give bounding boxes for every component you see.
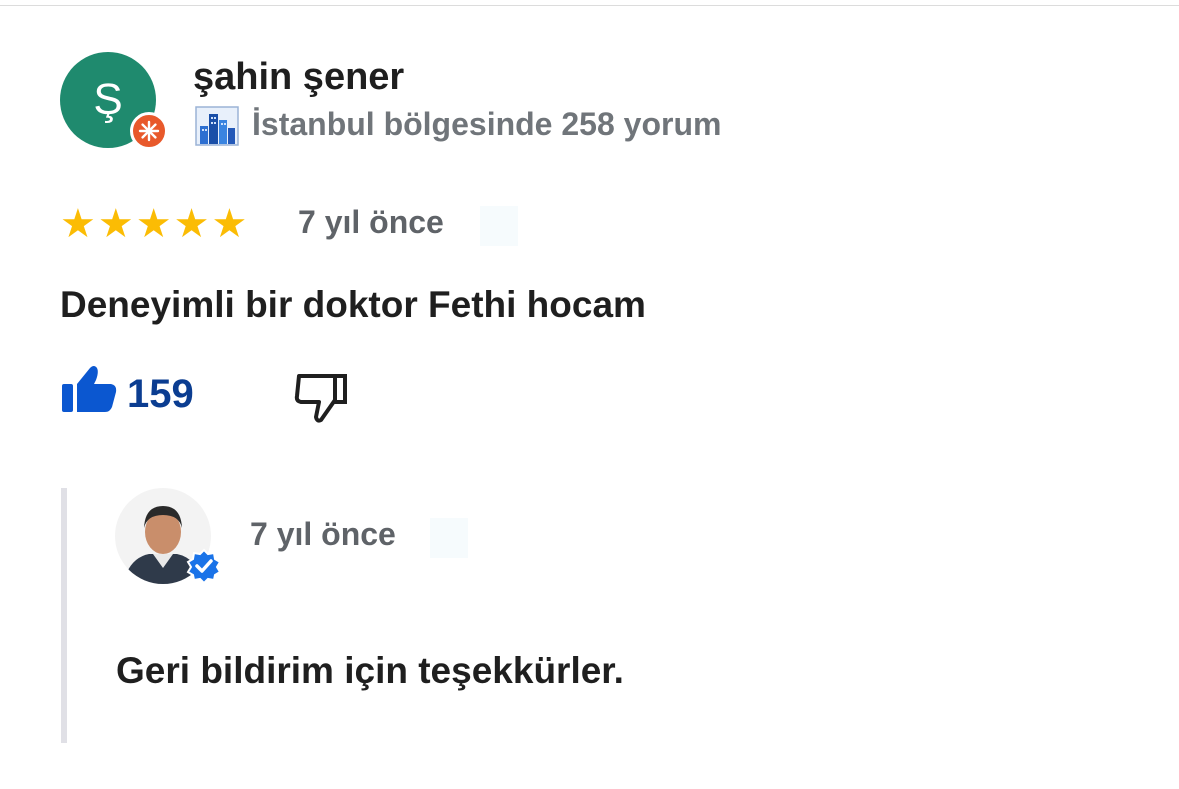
star-icon: ★ bbox=[60, 202, 96, 246]
local-guide-badge-icon bbox=[130, 112, 168, 150]
top-divider bbox=[0, 5, 1179, 6]
reply-indent-bar bbox=[61, 488, 67, 743]
city-buildings-icon bbox=[195, 106, 239, 146]
star-icon: ★ bbox=[173, 202, 210, 246]
star-icon: ★ bbox=[211, 202, 248, 246]
new-badge-placeholder bbox=[480, 206, 518, 246]
thumbs-up-icon[interactable] bbox=[60, 364, 118, 414]
like-count: 159 bbox=[127, 372, 194, 416]
reviewer-initial: Ş bbox=[93, 75, 123, 124]
thumbs-down-icon[interactable] bbox=[293, 372, 349, 424]
verified-icon bbox=[186, 548, 222, 585]
star-icon: ★ bbox=[97, 202, 134, 246]
reply-time: 7 yıl önce bbox=[250, 516, 396, 552]
reviewer-review-count: İstanbul bölgesinde 258 yorum bbox=[252, 106, 722, 142]
star-rating: ★ ★ ★ ★ ★ bbox=[60, 204, 247, 244]
star-icon: ★ bbox=[135, 202, 172, 246]
reply-text: Geri bildirim için teşekkürler. bbox=[116, 650, 624, 691]
new-badge-placeholder bbox=[430, 518, 468, 558]
review-time: 7 yıl önce bbox=[298, 204, 444, 240]
review-text: Deneyimli bir doktor Fethi hocam bbox=[60, 284, 646, 325]
reviewer-name[interactable]: şahin şener bbox=[193, 56, 404, 99]
